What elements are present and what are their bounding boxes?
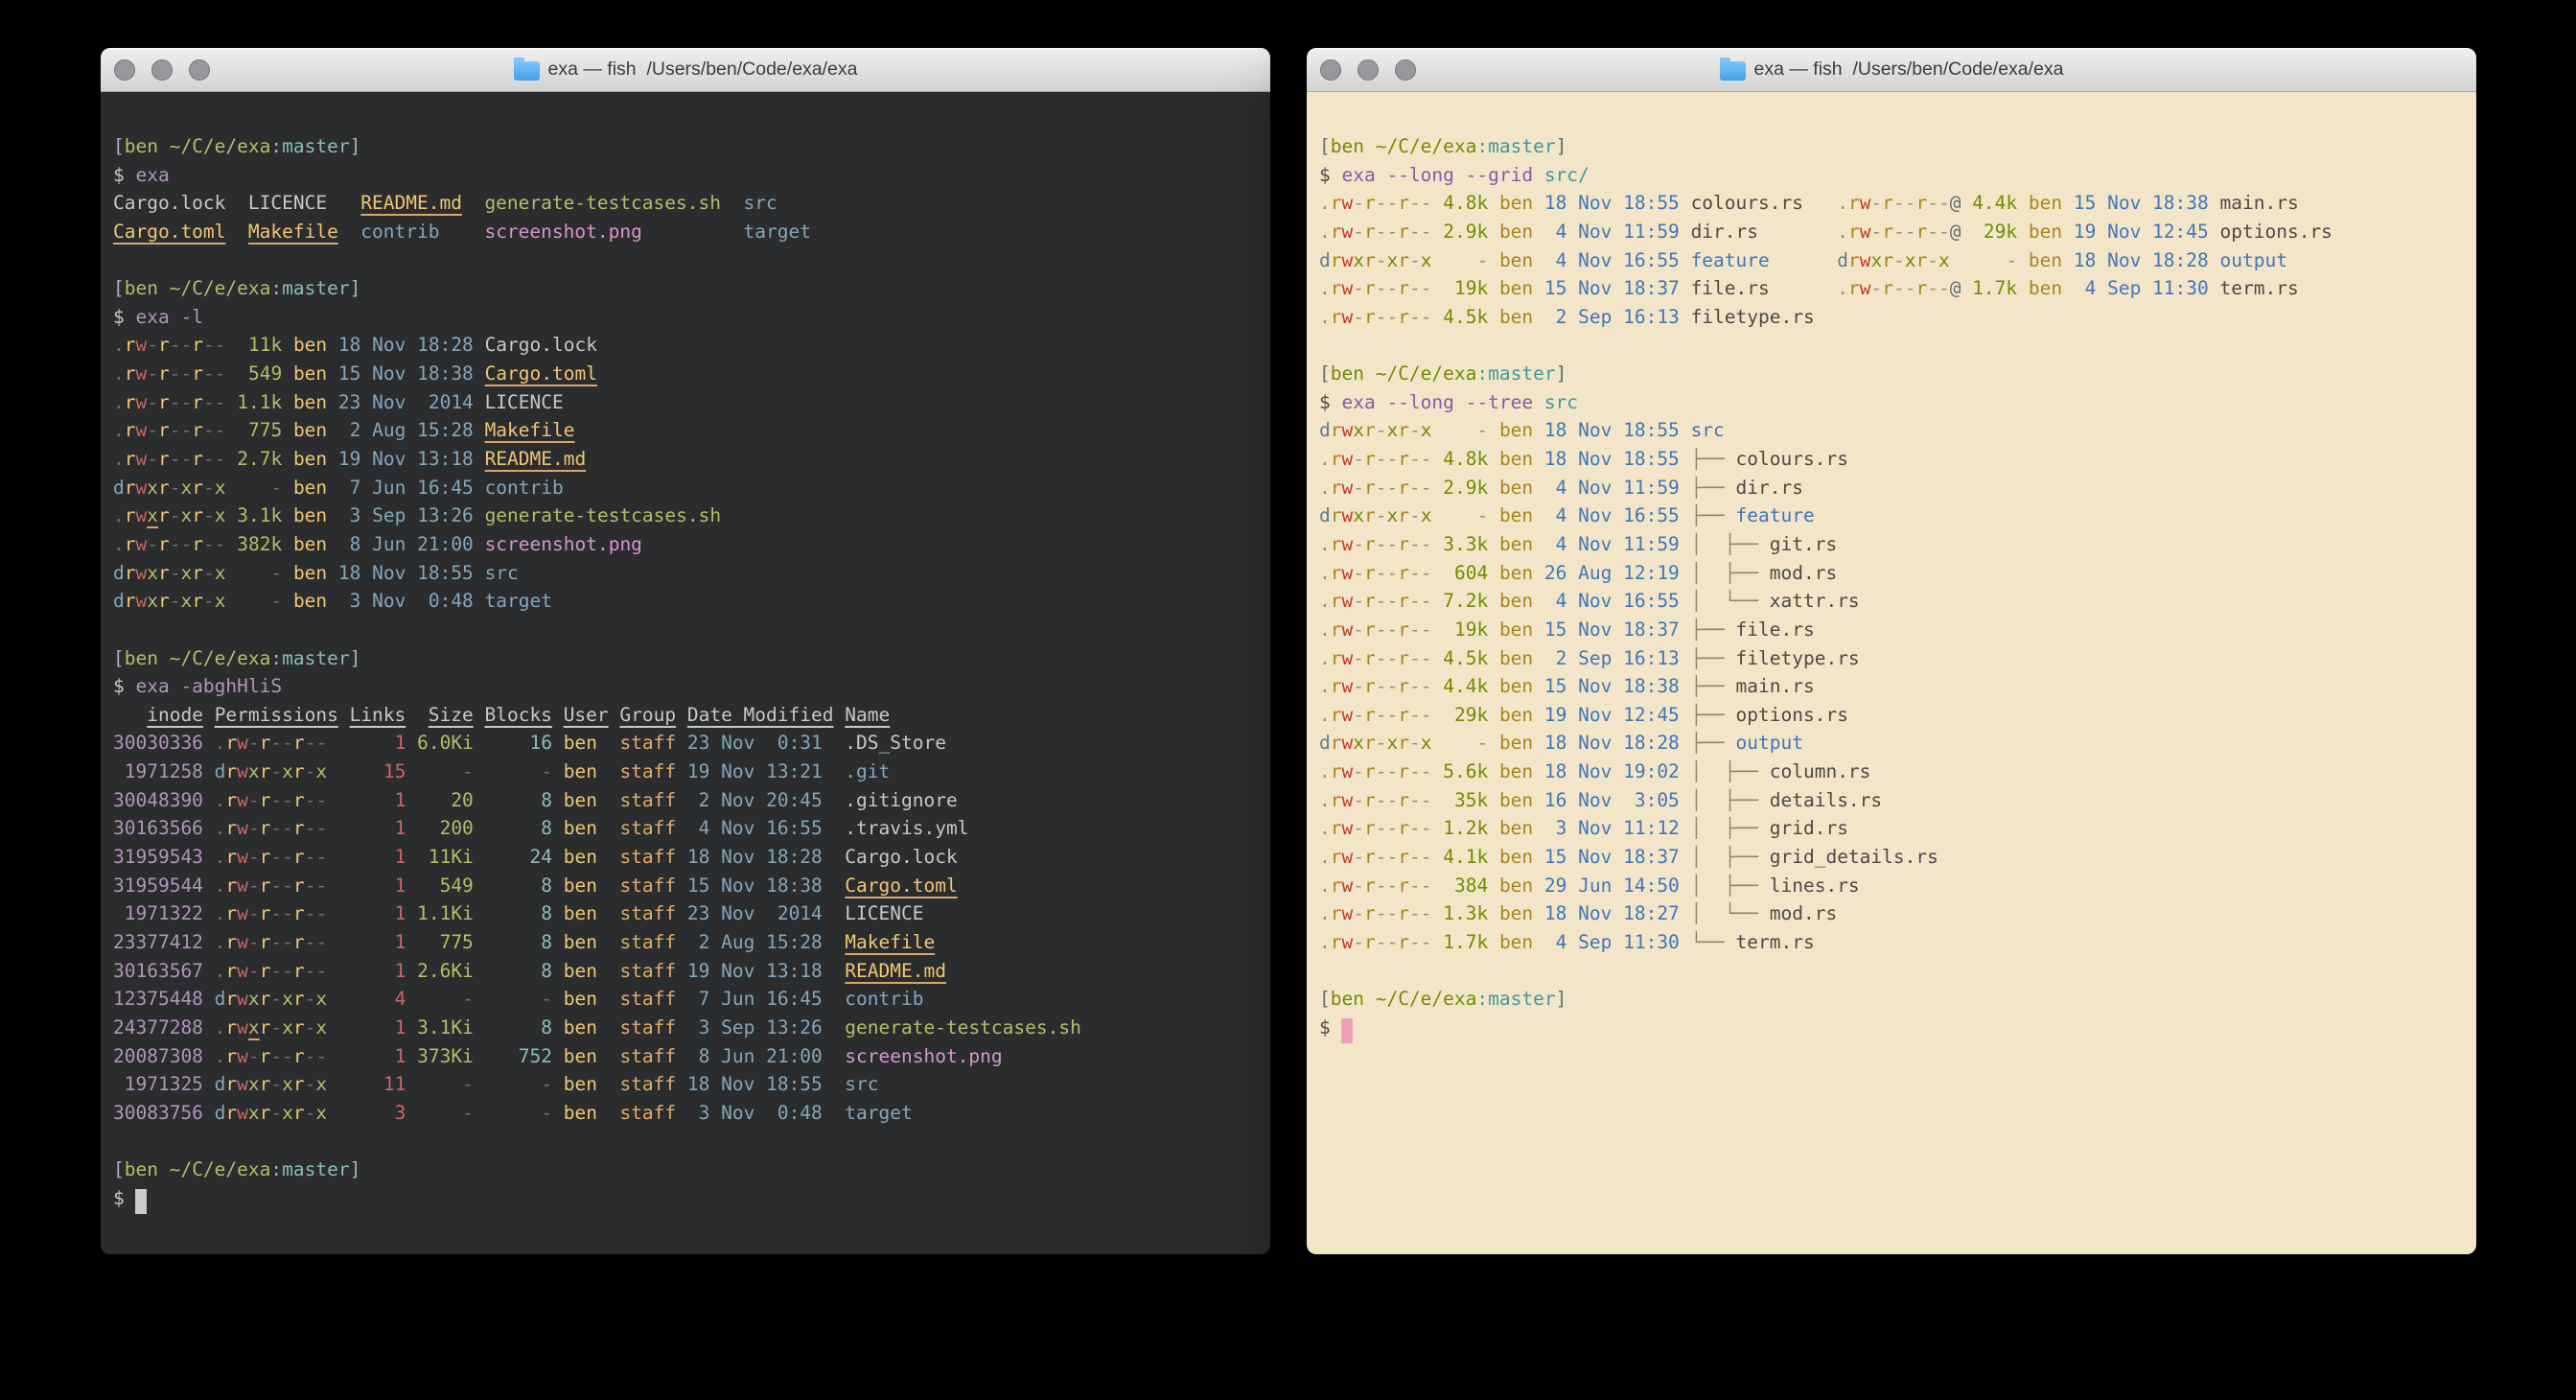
terminal-line: .rw-r--r-- 11k ben 18 Nov 18:28 Cargo.lo… (113, 331, 1261, 360)
terminal-line (113, 1127, 1261, 1155)
terminal-line: .rw-r--r-- 549 ben 15 Nov 18:38 Cargo.to… (113, 360, 1261, 388)
terminal-line: .rw-r--r-- 3.3k ben 4 Nov 11:59 │ ├── gi… (1319, 530, 2467, 559)
terminal-line (1319, 957, 2467, 986)
terminal-line: drwxr-xr-x - ben 18 Nov 18:28 ├── output (1319, 729, 2467, 758)
terminal-line: $ (1319, 1014, 2467, 1042)
terminal-line: .rw-r--r-- 1.7k ben 4 Sep 11:30 └── term… (1319, 928, 2467, 957)
terminal-line: drwxr-xr-x - ben 7 Jun 16:45 contrib (113, 474, 1261, 502)
terminal-line: 31959543 .rw-r--r-- 1 11Ki 24 ben staff … (113, 843, 1261, 872)
terminal-line: .rw-r--r-- 1.3k ben 18 Nov 18:27 │ └── m… (1319, 899, 2467, 928)
terminal-line (113, 246, 1261, 275)
terminal-line: 30163566 .rw-r--r-- 1 200 8 ben staff 4 … (113, 814, 1261, 843)
desktop: exa — fish /Users/ben/Code/exa/exa [ben … (0, 0, 2576, 1400)
terminal-line: 1971258 drwxr-xr-x 15 - - ben staff 19 N… (113, 758, 1261, 786)
terminal-line: 1971322 .rw-r--r-- 1 1.1Ki 8 ben staff 2… (113, 899, 1261, 928)
folder-icon (514, 61, 540, 81)
terminal-line: drwxr-xr-x - ben 4 Nov 16:55 feature drw… (1319, 246, 2467, 275)
terminal-line: .rw-r--r-- 2.7k ben 19 Nov 13:18 README.… (113, 445, 1261, 474)
terminal-line: [ben ~/C/e/exa:master] (113, 1155, 1261, 1184)
terminal-line: .rw-r--r-- 7.2k ben 4 Nov 16:55 │ └── xa… (1319, 587, 2467, 616)
terminal-line: [ben ~/C/e/exa:master] (1319, 132, 2467, 161)
terminal-line: 30048390 .rw-r--r-- 1 20 8 ben staff 2 N… (113, 786, 1261, 815)
terminal-line: .rw-r--r-- 775 ben 2 Aug 15:28 Makefile (113, 416, 1261, 445)
terminal-line: $ exa -l (113, 303, 1261, 332)
terminal-line: $ exa (113, 161, 1261, 190)
terminal-line: .rw-r--r-- 4.5k ben 2 Sep 16:13 filetype… (1319, 303, 2467, 332)
terminal-line: 24377288 .rwxr-xr-x 1 3.1Ki 8 ben staff … (113, 1014, 1261, 1042)
terminal-line: .rw-r--r-- 4.8k ben 18 Nov 18:55 colours… (1319, 189, 2467, 218)
terminal-line (1319, 331, 2467, 360)
terminal-line (113, 616, 1261, 644)
close-button[interactable] (114, 59, 135, 81)
window-controls (114, 48, 210, 92)
terminal-line: [ben ~/C/e/exa:master] (113, 644, 1261, 673)
terminal-line: 20087308 .rw-r--r-- 1 373Ki 752 ben staf… (113, 1042, 1261, 1071)
terminal-line: $ (113, 1184, 1261, 1213)
window-title: exa — fish /Users/ben/Code/exa/exa (1754, 58, 2064, 81)
terminal-content[interactable]: [ben ~/C/e/exa:master]$ exa --long --gri… (1307, 92, 2476, 1254)
terminal-line: drwxr-xr-x - ben 18 Nov 18:55 src (113, 559, 1261, 588)
terminal-window-light: exa — fish /Users/ben/Code/exa/exa [ben … (1307, 48, 2476, 1254)
terminal-line: [ben ~/C/e/exa:master] (1319, 360, 2467, 388)
terminal-line: .rw-r--r-- 382k ben 8 Jun 21:00 screensh… (113, 530, 1261, 559)
zoom-button[interactable] (189, 59, 210, 81)
terminal-line: .rw-r--r-- 19k ben 15 Nov 18:37 file.rs … (1319, 274, 2467, 303)
terminal-line: .rw-r--r-- 35k ben 16 Nov 3:05 │ ├── det… (1319, 786, 2467, 815)
terminal-line: .rw-r--r-- 4.1k ben 15 Nov 18:37 │ ├── g… (1319, 843, 2467, 872)
terminal-line: 31959544 .rw-r--r-- 1 549 8 ben staff 15… (113, 872, 1261, 900)
terminal-line: 1971325 drwxr-xr-x 11 - - ben staff 18 N… (113, 1070, 1261, 1099)
terminal-line: .rw-r--r-- 4.5k ben 2 Sep 16:13 ├── file… (1319, 644, 2467, 673)
minimize-button[interactable] (1358, 59, 1379, 81)
titlebar[interactable]: exa — fish /Users/ben/Code/exa/exa (1307, 48, 2476, 92)
terminal-line: Cargo.toml Makefile contrib screenshot.p… (113, 218, 1261, 246)
terminal-line: Cargo.lock LICENCE README.md generate-te… (113, 189, 1261, 218)
terminal-line: .rw-r--r-- 1.2k ben 3 Nov 11:12 │ ├── gr… (1319, 814, 2467, 843)
terminal-window-dark: exa — fish /Users/ben/Code/exa/exa [ben … (101, 48, 1270, 1254)
terminal-line: .rw-r--r-- 2.9k ben 4 Nov 11:59 ├── dir.… (1319, 474, 2467, 502)
terminal-line: .rw-r--r-- 4.8k ben 18 Nov 18:55 ├── col… (1319, 445, 2467, 474)
terminal-line: [ben ~/C/e/exa:master] (1319, 985, 2467, 1014)
zoom-button[interactable] (1395, 59, 1416, 81)
terminal-line: .rw-r--r-- 384 ben 29 Jun 14:50 │ ├── li… (1319, 872, 2467, 900)
terminal-content[interactable]: [ben ~/C/e/exa:master]$ exaCargo.lock LI… (101, 92, 1270, 1254)
minimize-button[interactable] (151, 59, 173, 81)
terminal-line: drwxr-xr-x - ben 4 Nov 16:55 ├── feature (1319, 502, 2467, 530)
terminal-line: .rw-r--r-- 29k ben 19 Nov 12:45 ├── opti… (1319, 701, 2467, 730)
cursor (135, 1189, 147, 1214)
terminal-line: 23377412 .rw-r--r-- 1 775 8 ben staff 2 … (113, 928, 1261, 957)
terminal-line: .rwxr-xr-x 3.1k ben 3 Sep 13:26 generate… (113, 502, 1261, 530)
terminal-line: drwxr-xr-x - ben 3 Nov 0:48 target (113, 587, 1261, 616)
window-controls (1320, 48, 1416, 92)
terminal-line: .rw-r--r-- 604 ben 26 Aug 12:19 │ ├── mo… (1319, 559, 2467, 588)
folder-icon (1720, 61, 1746, 81)
close-button[interactable] (1320, 59, 1341, 81)
terminal-line: .rw-r--r-- 2.9k ben 4 Nov 11:59 dir.rs .… (1319, 218, 2467, 246)
terminal-line: .rw-r--r-- 19k ben 15 Nov 18:37 ├── file… (1319, 616, 2467, 644)
titlebar[interactable]: exa — fish /Users/ben/Code/exa/exa (101, 48, 1270, 92)
terminal-line: .rw-r--r-- 1.1k ben 23 Nov 2014 LICENCE (113, 388, 1261, 417)
terminal-line: 30083756 drwxr-xr-x 3 - - ben staff 3 No… (113, 1099, 1261, 1128)
terminal-line: 12375448 drwxr-xr-x 4 - - ben staff 7 Ju… (113, 985, 1261, 1014)
terminal-line: $ exa -abghHliS (113, 672, 1261, 701)
window-title: exa — fish /Users/ben/Code/exa/exa (548, 58, 858, 81)
terminal-line: 30163567 .rw-r--r-- 1 2.6Ki 8 ben staff … (113, 957, 1261, 986)
terminal-line: [ben ~/C/e/exa:master] (113, 274, 1261, 303)
cursor (1341, 1018, 1353, 1043)
terminal-line: .rw-r--r-- 4.4k ben 15 Nov 18:38 ├── mai… (1319, 672, 2467, 701)
terminal-line: drwxr-xr-x - ben 18 Nov 18:55 src (1319, 416, 2467, 445)
terminal-line: inode Permissions Links Size Blocks User… (113, 701, 1261, 730)
terminal-line: [ben ~/C/e/exa:master] (113, 132, 1261, 161)
terminal-line: 30030336 .rw-r--r-- 1 6.0Ki 16 ben staff… (113, 729, 1261, 758)
terminal-line: .rw-r--r-- 5.6k ben 18 Nov 19:02 │ ├── c… (1319, 758, 2467, 786)
terminal-line: $ exa --long --tree src (1319, 388, 2467, 417)
terminal-line: $ exa --long --grid src/ (1319, 161, 2467, 190)
